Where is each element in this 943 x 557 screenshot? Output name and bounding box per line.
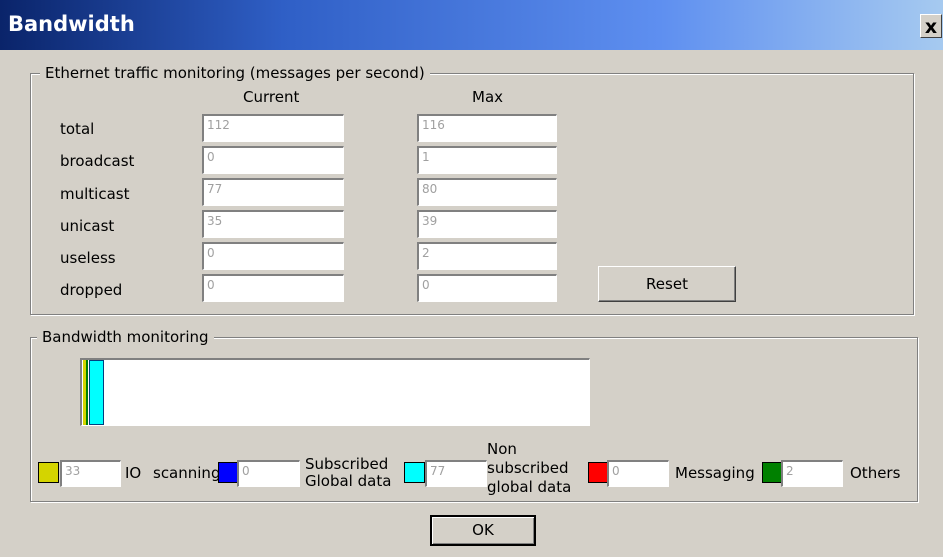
ok-button[interactable]: OK	[430, 515, 536, 546]
max-column-header: Max	[472, 88, 504, 106]
non-subscribed-label-2: subscribed	[487, 459, 569, 477]
messaging-swatch	[588, 462, 609, 483]
total-max-field[interactable]: 116	[417, 114, 557, 142]
non-subscribed-field[interactable]: 77	[425, 460, 487, 487]
traffic-group-legend: Ethernet traffic monitoring (messages pe…	[40, 64, 430, 82]
io-scanning-label-1: IO	[125, 464, 142, 482]
reset-button[interactable]: Reset	[598, 266, 736, 302]
row-label-useless: useless	[60, 249, 116, 267]
total-current-field[interactable]: 112	[202, 114, 344, 142]
useless-current-field[interactable]: 0	[202, 242, 344, 270]
others-field[interactable]: 2	[781, 460, 843, 487]
broadcast-current-field[interactable]: 0	[202, 146, 344, 174]
messaging-label: Messaging	[675, 464, 755, 482]
unicast-current-field[interactable]: 35	[202, 210, 344, 238]
dropped-max-field[interactable]: 0	[417, 274, 557, 302]
multicast-current-field[interactable]: 77	[202, 178, 344, 206]
row-label-broadcast: broadcast	[60, 152, 135, 170]
bar-segment-non-subscribed	[89, 360, 104, 425]
row-label-total: total	[60, 120, 95, 138]
useless-max-field[interactable]: 2	[417, 242, 557, 270]
messaging-field[interactable]: 0	[607, 460, 669, 487]
subscribed-global-label-1: Subscribed	[305, 455, 389, 473]
io-scanning-field[interactable]: 33	[60, 460, 121, 487]
others-label: Others	[850, 464, 901, 482]
bar-segment-others	[86, 360, 88, 425]
io-scanning-swatch	[38, 462, 59, 483]
row-label-multicast: multicast	[60, 185, 130, 203]
non-subscribed-label-1: Non	[487, 440, 517, 458]
subscribed-global-swatch	[218, 462, 239, 483]
dropped-current-field[interactable]: 0	[202, 274, 344, 302]
io-scanning-label-2: scanning	[153, 464, 221, 482]
non-subscribed-label-3: global data	[487, 478, 572, 496]
multicast-max-field[interactable]: 80	[417, 178, 557, 206]
subscribed-global-field[interactable]: 0	[237, 460, 300, 487]
bandwidth-bar	[80, 358, 590, 426]
row-label-dropped: dropped	[60, 281, 123, 299]
others-swatch	[762, 462, 783, 483]
bandwidth-group-legend: Bandwidth monitoring	[37, 328, 214, 346]
unicast-max-field[interactable]: 39	[417, 210, 557, 238]
non-subscribed-swatch	[404, 462, 425, 483]
row-label-unicast: unicast	[60, 217, 115, 235]
current-column-header: Current	[243, 88, 300, 106]
title-bar: Bandwidth	[0, 0, 943, 50]
subscribed-global-label-2: Global data	[305, 472, 392, 490]
broadcast-max-field[interactable]: 1	[417, 146, 557, 174]
window-title: Bandwidth	[8, 12, 135, 36]
close-button[interactable]: x	[920, 14, 942, 38]
